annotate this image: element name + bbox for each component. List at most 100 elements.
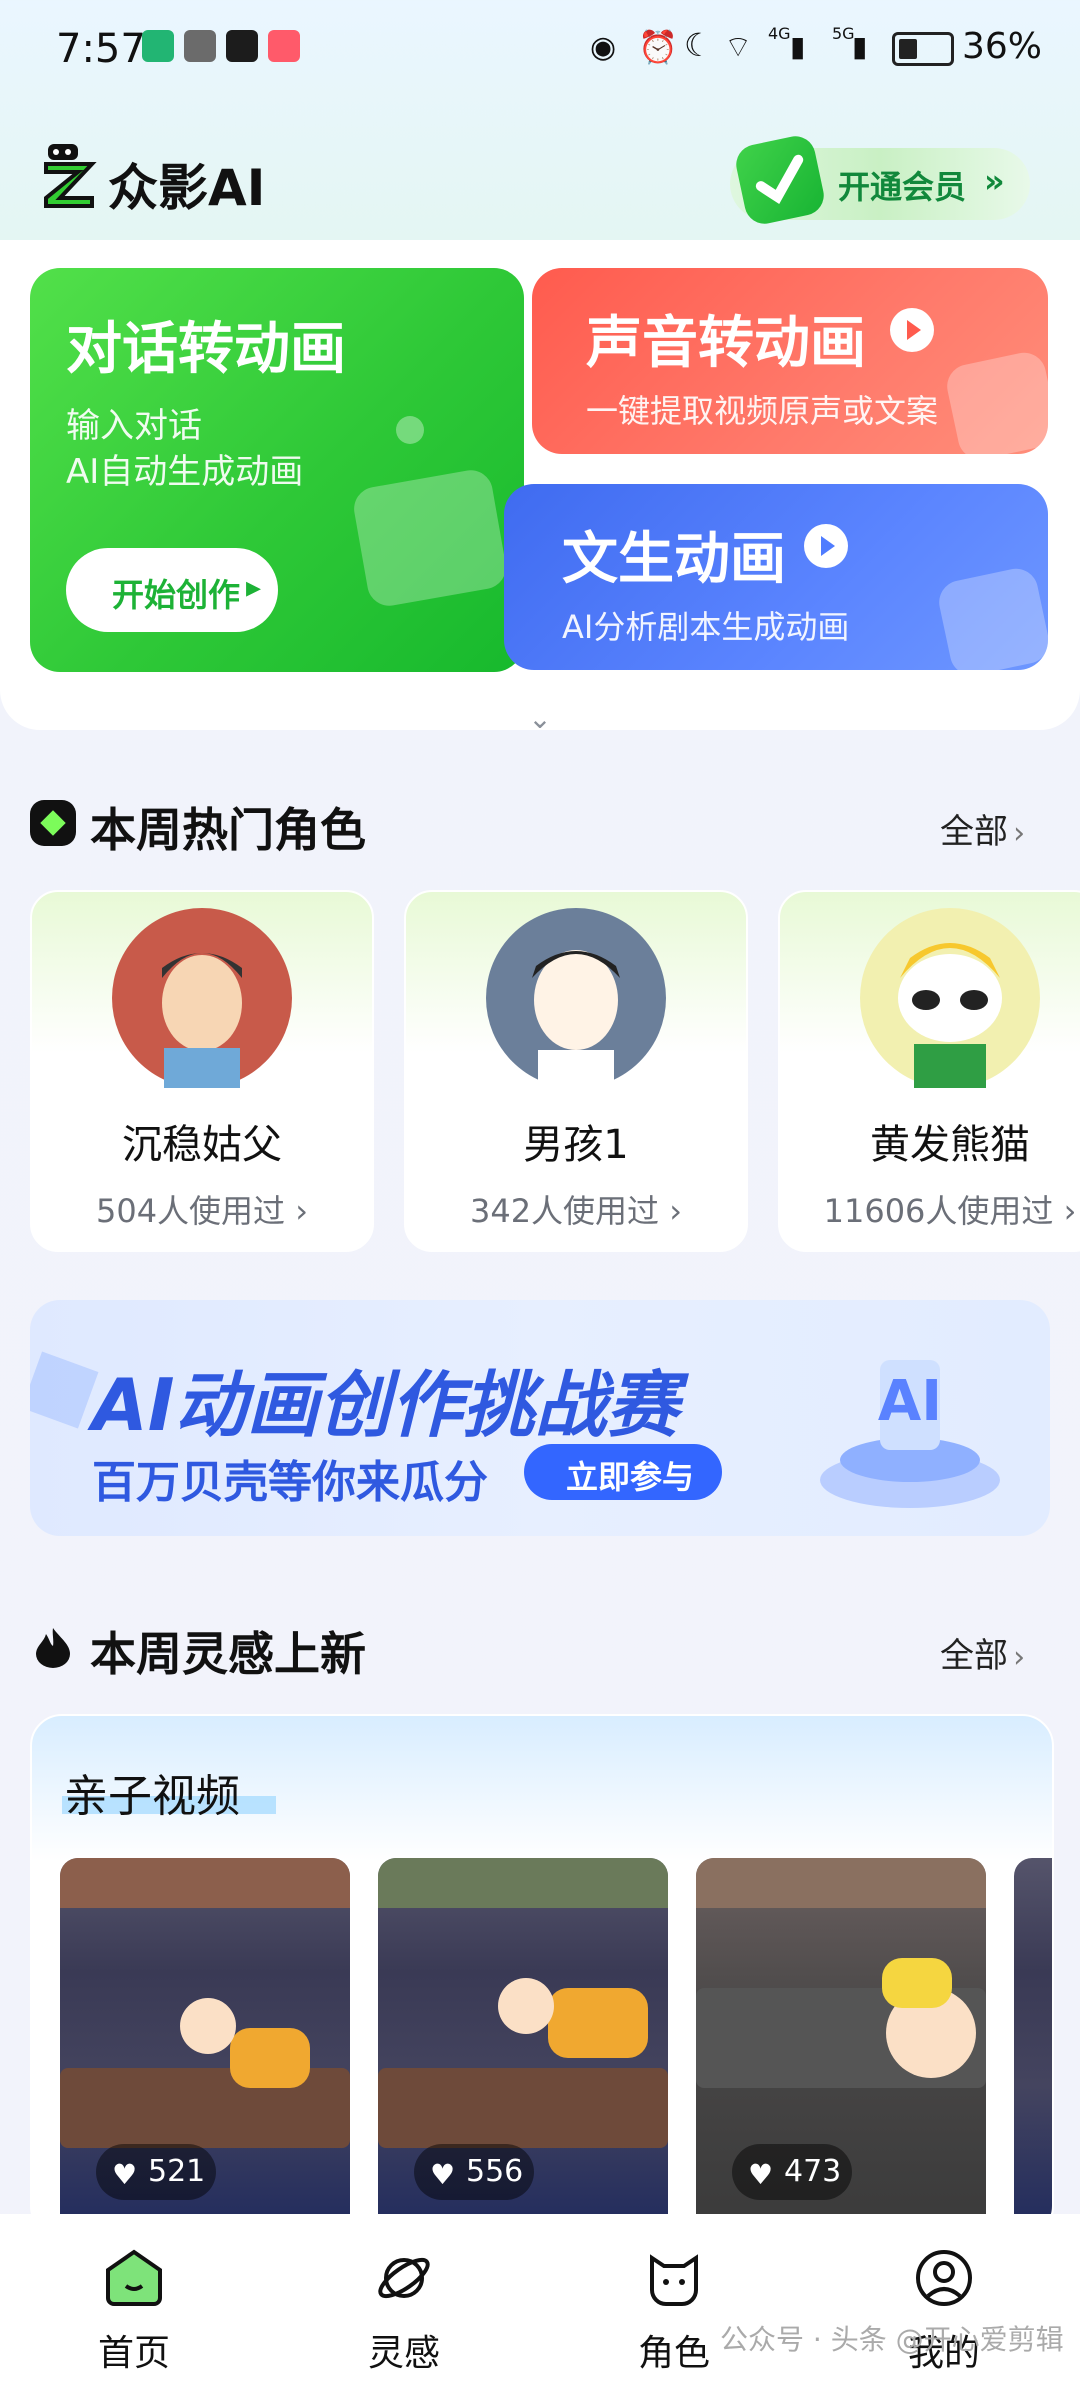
role-name: 沉稳姑父 bbox=[122, 1122, 282, 1168]
join-now-label: 立即参与 bbox=[566, 1458, 695, 1496]
sofa-decor bbox=[378, 2068, 668, 2148]
heart-icon: ♥ bbox=[748, 2158, 774, 2191]
challenge-banner[interactable]: AI动画创作挑战赛 百万贝壳等你来瓜分 立即参与 AI bbox=[30, 1300, 1050, 1536]
role-avatar bbox=[486, 908, 666, 1088]
chevron-right-icon: › bbox=[1013, 1640, 1026, 1675]
svg-text:AI: AI bbox=[878, 1369, 942, 1434]
window-decor bbox=[60, 1858, 350, 1908]
heart-icon: ♥ bbox=[430, 2158, 456, 2191]
role-usage: 342人使用过 › bbox=[469, 1192, 683, 1230]
video-thumbnail[interactable]: ♥ 521 bbox=[60, 1858, 350, 2236]
play-circle-icon-2 bbox=[804, 524, 848, 568]
expand-chevron-icon[interactable]: ⌄ bbox=[514, 702, 566, 735]
dialog-to-animation-card[interactable]: 对话转动画 输入对话 AI自动生成动画 开始创作 ▸ bbox=[30, 268, 524, 672]
nav-inspiration[interactable]: 灵感 bbox=[304, 2214, 504, 2388]
role-usage: 11606人使用过 › bbox=[823, 1192, 1077, 1230]
planet-icon bbox=[374, 2248, 434, 2308]
cheese-decor bbox=[882, 1958, 952, 2008]
hot-roles-all-label: 全部 bbox=[940, 812, 1008, 852]
flame-icon bbox=[30, 1624, 76, 1670]
double-chevron-icon: » bbox=[984, 162, 1005, 200]
role-card[interactable]: 沉稳姑父 504人使用过 › bbox=[30, 890, 374, 1252]
role-avatar bbox=[112, 908, 292, 1088]
inspiration-title: 本周灵感上新 bbox=[90, 1627, 366, 1681]
like-count: 556 bbox=[466, 2154, 524, 2189]
audio-bar-icon bbox=[943, 348, 1048, 454]
brand-name: 众影AI bbox=[108, 159, 266, 217]
signal-icon: ▮ bbox=[790, 30, 806, 63]
check-icon bbox=[732, 132, 828, 228]
cube-decor bbox=[30, 1351, 99, 1429]
heart-icon: ♥ bbox=[112, 2158, 138, 2191]
voice-card-title: 声音转动画 bbox=[586, 311, 866, 376]
inspiration-all-link[interactable]: 全部 › bbox=[940, 1628, 1025, 1677]
voice-to-animation-card[interactable]: 声音转动画 一键提取视频原声或文案 bbox=[532, 268, 1048, 454]
document-icon bbox=[935, 564, 1048, 670]
text-to-animation-card[interactable]: 文生动画 AI分析剧本生成动画 bbox=[504, 484, 1048, 670]
user-icon bbox=[914, 2248, 974, 2308]
text-card-title: 文生动画 bbox=[562, 527, 786, 592]
baby-head bbox=[180, 1998, 236, 2054]
app-notification-icon bbox=[142, 30, 174, 62]
moon-icon: ☾ bbox=[684, 26, 713, 64]
video-thumbnail-partial[interactable] bbox=[1014, 1858, 1052, 2236]
decor-dot bbox=[396, 416, 424, 444]
like-count: 473 bbox=[784, 2154, 842, 2189]
bottom-nav: 首页 灵感 角色 我的 bbox=[0, 2214, 1080, 2388]
vip-button[interactable]: 开通会员 » bbox=[730, 132, 1030, 228]
app-logo bbox=[42, 140, 98, 210]
pillow-decor bbox=[230, 2028, 310, 2088]
cat-face-icon bbox=[644, 2248, 704, 2308]
dialog-card-title: 对话转动画 bbox=[66, 317, 346, 382]
role-usage: 504人使用过 › bbox=[95, 1192, 309, 1230]
hot-roles-title: 本周热门角色 bbox=[90, 803, 366, 857]
dialog-card-line1: 输入对话 bbox=[66, 406, 202, 446]
banner-title: AI动画创作挑战赛 bbox=[92, 1363, 679, 1447]
wechat-icon bbox=[184, 30, 216, 62]
status-time: 7:57 bbox=[56, 26, 146, 72]
role-name: 黄发熊猫 bbox=[870, 1122, 1030, 1168]
nav-profile[interactable]: 我的 bbox=[844, 2214, 1044, 2388]
nav-home[interactable]: 首页 bbox=[34, 2214, 234, 2388]
like-badge: ♥ 473 bbox=[732, 2144, 852, 2200]
nav-roles[interactable]: 角色 bbox=[574, 2214, 774, 2388]
role-card[interactable]: 男孩1 342人使用过 › bbox=[404, 890, 748, 1252]
window-decor bbox=[696, 1858, 986, 1908]
wifi-icon: ⌔ bbox=[724, 30, 753, 65]
app-notification-icon-2 bbox=[268, 30, 300, 62]
join-now-button[interactable]: 立即参与 bbox=[524, 1444, 722, 1500]
alarm-icon: ⏰ bbox=[638, 28, 678, 66]
zhongying-icon bbox=[226, 30, 258, 62]
hot-roles-all-link[interactable]: 全部 › bbox=[940, 804, 1025, 853]
home-icon bbox=[104, 2248, 164, 2308]
play-circle-icon bbox=[890, 308, 934, 352]
role-name: 男孩1 bbox=[523, 1122, 629, 1168]
sofa-decor bbox=[60, 2068, 350, 2148]
video-thumbnail[interactable]: ♥ 473 bbox=[696, 1858, 986, 2236]
pillow-decor bbox=[548, 1988, 648, 2058]
eye-icon: ◉ bbox=[590, 30, 617, 65]
role-card[interactable]: 黄发熊猫 11606人使用过 › bbox=[778, 890, 1080, 1252]
play-small-icon: ▸ bbox=[246, 570, 262, 605]
inspiration-panel: 亲子视频 ♥ 521 ♥ 556 ♥ 473 bbox=[30, 1714, 1054, 2238]
role-avatar bbox=[860, 908, 1040, 1088]
battery-percent: 36% bbox=[962, 26, 1043, 67]
chevron-right-icon: › bbox=[1013, 816, 1026, 851]
start-create-button[interactable]: 开始创作 ▸ bbox=[66, 548, 278, 632]
inspiration-all-label: 全部 bbox=[940, 1636, 1008, 1676]
dialog-card-line2: AI自动生成动画 bbox=[66, 452, 304, 492]
baby-head bbox=[498, 1978, 554, 2034]
video-thumbnail[interactable]: ♥ 556 bbox=[378, 1858, 668, 2236]
vip-label: 开通会员 bbox=[838, 168, 967, 206]
signal-icon-2: ▮ bbox=[852, 30, 868, 63]
watermark: 公众号 · 头条 @开心爱剪辑 bbox=[720, 2323, 1064, 2356]
nav-inspiration-label: 灵感 bbox=[367, 2333, 440, 2374]
chat-bubble-icon bbox=[350, 466, 510, 610]
start-create-label: 开始创作 bbox=[112, 576, 241, 614]
battery-icon bbox=[892, 32, 954, 66]
like-count: 521 bbox=[148, 2154, 206, 2189]
text-card-sub: AI分析剧本生成动画 bbox=[562, 608, 850, 646]
nav-home-label: 首页 bbox=[97, 2333, 170, 2374]
like-badge: ♥ 556 bbox=[414, 2144, 534, 2200]
cat-sparkle-icon bbox=[30, 800, 76, 846]
